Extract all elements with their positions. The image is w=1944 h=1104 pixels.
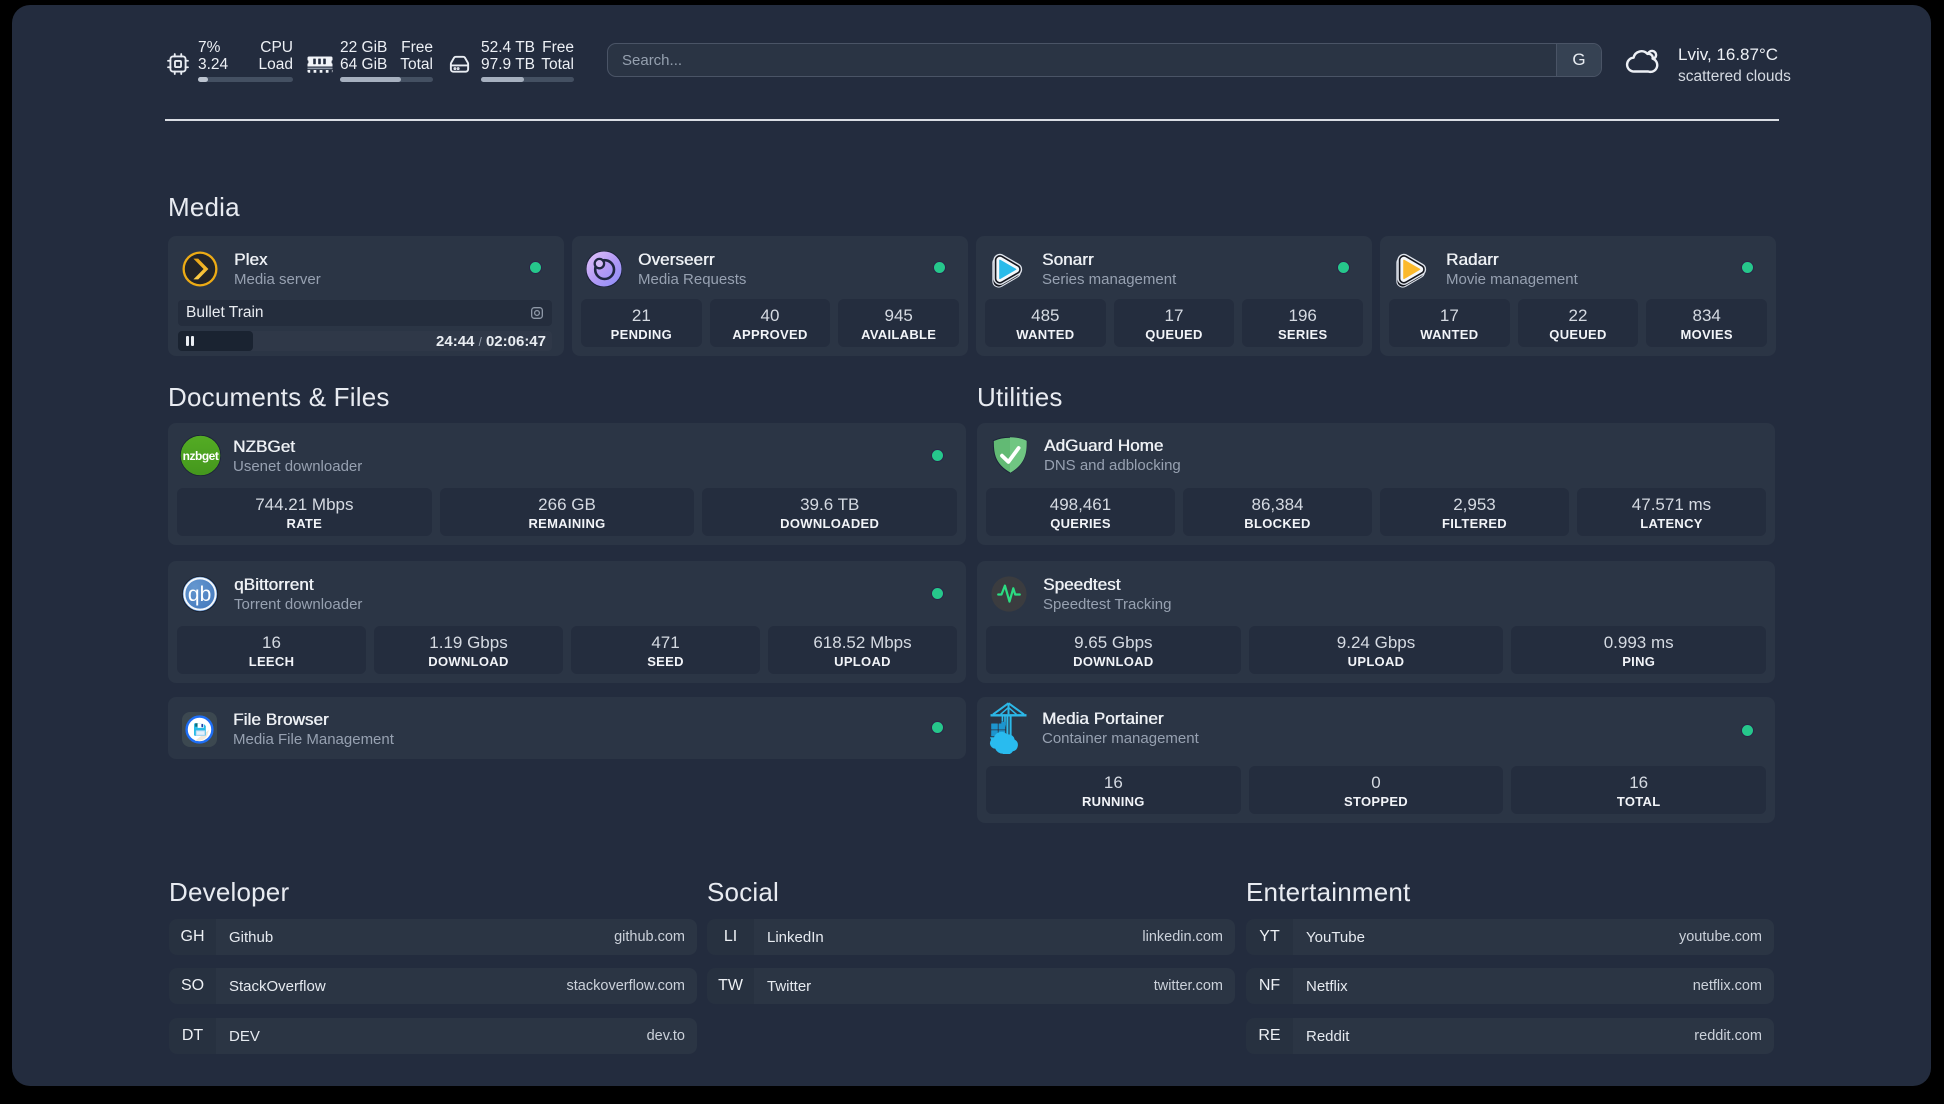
svg-text:nzbget: nzbget — [183, 449, 219, 463]
svg-text:qb: qb — [188, 583, 211, 606]
